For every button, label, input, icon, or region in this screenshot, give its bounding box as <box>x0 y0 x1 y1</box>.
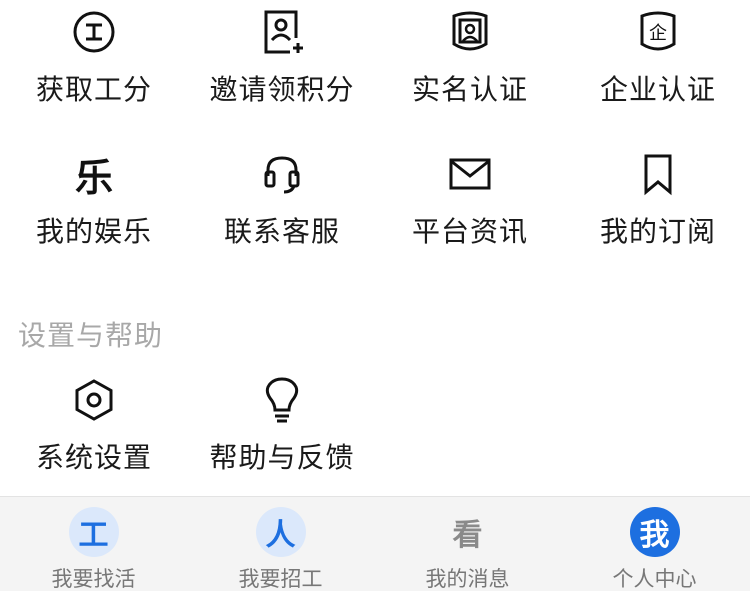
entertainment-icon: 乐 <box>74 155 113 200</box>
menu-row-2: 乐 我的娱乐 联系客服 平台资讯 我的订阅 <box>0 150 750 260</box>
contact-service-item[interactable]: 联系客服 <box>188 150 376 260</box>
tab-profile-label: 个人中心 <box>612 567 697 591</box>
bookmark-icon <box>634 150 682 198</box>
svg-text:企: 企 <box>649 23 667 44</box>
help-feedback-item[interactable]: 帮助与反馈 <box>188 376 376 486</box>
tab-find-work-label: 我要找活 <box>51 567 136 591</box>
company-shield-icon: 企 <box>634 8 682 56</box>
system-settings-item[interactable]: 系统设置 <box>0 376 188 486</box>
invite-points-label: 邀请领积分 <box>209 73 355 106</box>
tab-messages[interactable]: 看 我的消息 <box>374 497 561 591</box>
invite-points-item[interactable]: 邀请领积分 <box>188 8 376 118</box>
platform-news-label: 平台资讯 <box>411 215 528 248</box>
real-name-auth-item[interactable]: 实名认证 <box>376 8 564 118</box>
settings-hexagon-icon <box>70 376 118 424</box>
get-work-points-item[interactable]: 获取工分 <box>0 8 188 118</box>
recruit-icon: 人 <box>255 507 306 557</box>
lightbulb-icon <box>258 376 306 424</box>
mail-icon <box>446 150 494 198</box>
company-auth-item[interactable]: 企 企业认证 <box>564 8 750 118</box>
my-subscription-label: 我的订阅 <box>599 215 716 248</box>
my-subscription-item[interactable]: 我的订阅 <box>564 150 750 260</box>
id-badge-icon <box>446 8 494 56</box>
system-settings-label: 系统设置 <box>35 441 152 474</box>
headset-icon <box>258 150 306 198</box>
tab-recruit[interactable]: 人 我要招工 <box>187 497 374 591</box>
profile-icon: 我 <box>629 507 680 557</box>
tab-find-work[interactable]: 工 我要找活 <box>0 497 187 591</box>
messages-icon: 看 <box>452 518 483 553</box>
help-feedback-label: 帮助与反馈 <box>209 441 355 474</box>
my-entertainment-item[interactable]: 乐 我的娱乐 <box>0 150 188 260</box>
menu-row-1: 获取工分 邀请领积分 实名认证 企 企业认证 <box>0 8 750 118</box>
real-name-auth-label: 实名认证 <box>411 73 528 106</box>
tab-messages-label: 我的消息 <box>425 567 510 591</box>
invite-contact-icon <box>258 8 306 56</box>
circle-work-icon <box>70 8 118 56</box>
tab-profile[interactable]: 我 个人中心 <box>561 497 748 591</box>
company-auth-label: 企业认证 <box>599 73 716 106</box>
settings-section-title: 设置与帮助 <box>18 319 164 352</box>
tab-recruit-label: 我要招工 <box>238 567 323 591</box>
contact-service-label: 联系客服 <box>223 215 340 248</box>
get-work-points-label: 获取工分 <box>35 73 152 106</box>
my-entertainment-label: 我的娱乐 <box>35 215 152 248</box>
settings-row: 系统设置 帮助与反馈 <box>0 376 750 486</box>
bottom-tab-bar: 工 我要找活 人 我要招工 看 我的消息 我 个人中心 <box>0 496 750 591</box>
find-work-icon: 工 <box>68 507 119 557</box>
platform-news-item[interactable]: 平台资讯 <box>376 150 564 260</box>
